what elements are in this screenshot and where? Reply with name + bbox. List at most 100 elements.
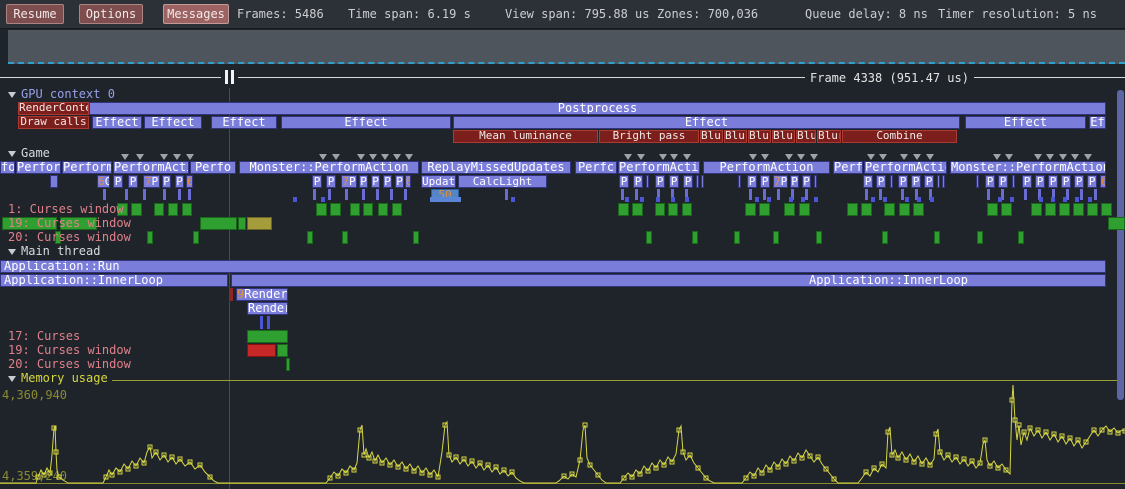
game-subzone[interactable]: P (1061, 175, 1071, 188)
curses1-zone[interactable] (131, 203, 142, 216)
game-zone-tick[interactable] (163, 189, 166, 200)
game-subzone[interactable] (942, 175, 945, 188)
gpu-zone-effect[interactable]: Effect (92, 116, 142, 129)
curses20-zone[interactable] (646, 231, 652, 244)
game-subzone[interactable]: P (1048, 175, 1058, 188)
curses1-zone[interactable] (168, 203, 178, 216)
frame-marker-icon[interactable] (810, 154, 818, 160)
game-zone-tick[interactable] (987, 189, 990, 200)
game-subzone-tick[interactable] (1088, 197, 1092, 202)
curses20-zone[interactable] (307, 231, 313, 244)
frame-marker-icon[interactable] (797, 154, 805, 160)
curses19b-zone-red[interactable] (247, 344, 276, 357)
frame-marker-icon[interactable] (683, 154, 691, 160)
curses1-zone[interactable] (745, 203, 756, 216)
game-subzone[interactable]: P (395, 175, 404, 188)
game-subzone[interactable]: Update (421, 175, 456, 188)
curses1-zone[interactable] (861, 203, 872, 216)
frame-marker-icon[interactable] (1005, 154, 1013, 160)
curses20-zone[interactable] (977, 231, 983, 244)
curses1-zone[interactable] (759, 203, 770, 216)
game-subzone[interactable]: P (924, 175, 934, 188)
game-subzone[interactable]: P (760, 175, 770, 188)
game-zone-tick[interactable] (328, 189, 331, 200)
game-subzone[interactable]: 6 (405, 175, 411, 188)
curses1-zone[interactable] (392, 203, 402, 216)
section-header-main-thread[interactable]: Main thread (8, 245, 100, 258)
game-subzone[interactable]: P (985, 175, 995, 188)
game-subzone[interactable]: P (747, 175, 757, 188)
frame-marker-icon[interactable] (1059, 154, 1067, 160)
game-subzone[interactable] (1012, 175, 1015, 188)
game-zone-tick[interactable] (345, 189, 348, 200)
game-subzone[interactable]: CalcLight (458, 175, 547, 188)
game-zone-tick[interactable] (1094, 189, 1097, 200)
game-subzone-tick[interactable] (625, 197, 629, 202)
curses19-zone[interactable] (200, 217, 237, 230)
curses20-zone[interactable] (413, 231, 419, 244)
game-subzone[interactable]: P (911, 175, 921, 188)
frame-marker-icon[interactable] (173, 154, 181, 160)
gpu-pass[interactable]: Combine (842, 130, 957, 143)
game-subzone[interactable] (814, 175, 817, 188)
game-subzone-tick[interactable] (1039, 197, 1043, 202)
thread-label[interactable]: 17: Curses (8, 330, 80, 343)
game-subzone-tick[interactable] (293, 197, 297, 202)
game-zone[interactable]: Perfo (190, 161, 236, 174)
curses19b-zone-green[interactable] (277, 344, 288, 357)
curses1-zone[interactable] (1001, 203, 1012, 216)
frame-marker-icon[interactable] (659, 154, 667, 160)
mainthread-subzone-tick[interactable] (267, 316, 270, 329)
gpu-pass[interactable]: Blur (748, 130, 771, 143)
game-zone-tick[interactable] (390, 189, 393, 200)
game-subzone[interactable] (701, 175, 704, 188)
game-subzone-tick[interactable] (640, 197, 644, 202)
game-subzone[interactable]: P (683, 175, 693, 188)
frame-marker-icon[interactable] (761, 154, 769, 160)
game-subzone-tick[interactable] (814, 197, 818, 202)
gpu-zone-effect[interactable]: Ef (1089, 116, 1106, 129)
game-zone[interactable]: PerformAction (113, 161, 189, 174)
game-subzone[interactable] (738, 175, 741, 188)
game-zone-tick[interactable] (1080, 189, 1083, 200)
game-subzone[interactable]: P (669, 175, 679, 188)
game-subzone[interactable]: 6 (186, 175, 193, 188)
frame-marker-icon[interactable] (405, 154, 413, 160)
game-subzone[interactable]: P (898, 175, 908, 188)
frame-marker-icon[interactable] (186, 154, 194, 160)
game-subzone-tick[interactable] (1063, 197, 1067, 202)
mainthread-render-zone[interactable]: 9Render (236, 288, 288, 301)
game-subzone[interactable]: P (802, 175, 811, 188)
curses20b-zone[interactable] (286, 358, 290, 371)
curses17-zone[interactable] (247, 330, 288, 343)
game-subzone[interactable] (976, 175, 979, 188)
frame-marker-icon[interactable] (160, 154, 168, 160)
gpu-zone-effect[interactable]: Effect (211, 116, 277, 129)
curses1-zone[interactable] (330, 203, 341, 216)
game-subzone-tick[interactable] (511, 197, 515, 202)
game-zone-tick[interactable] (1024, 189, 1027, 200)
curses19-zone-olive[interactable] (247, 217, 272, 230)
gpu-zone-effect[interactable]: Effect (281, 116, 451, 129)
thread-label[interactable]: 20: Curses window (8, 358, 131, 371)
curses20-zone[interactable] (342, 231, 348, 244)
gpu-pass[interactable]: Blur (724, 130, 747, 143)
game-subzone[interactable]: 7P (341, 175, 357, 188)
game-subzone[interactable]: 7P (143, 175, 160, 188)
game-subzone-tick[interactable] (685, 197, 689, 202)
curses20-zone[interactable] (882, 231, 888, 244)
frame-marker-icon[interactable] (993, 154, 1001, 160)
curses1-zone[interactable] (632, 203, 643, 216)
game-subzone[interactable]: P (998, 175, 1008, 188)
game-zone[interactable]: Perfc (833, 161, 863, 174)
curses1-zone[interactable] (913, 203, 924, 216)
game-subzone-tick[interactable] (656, 197, 660, 202)
game-zone[interactable]: Monster::PerformAction (950, 161, 1106, 174)
frame-marker-icon[interactable] (381, 154, 389, 160)
game-subzone[interactable]: P (113, 175, 123, 188)
game-zone-tick[interactable] (143, 189, 146, 200)
game-subzone[interactable]: 6C (97, 175, 110, 188)
curses20-zone[interactable] (1018, 231, 1024, 244)
game-subzone[interactable]: P (326, 175, 336, 188)
game-subzone[interactable]: P (1022, 175, 1032, 188)
